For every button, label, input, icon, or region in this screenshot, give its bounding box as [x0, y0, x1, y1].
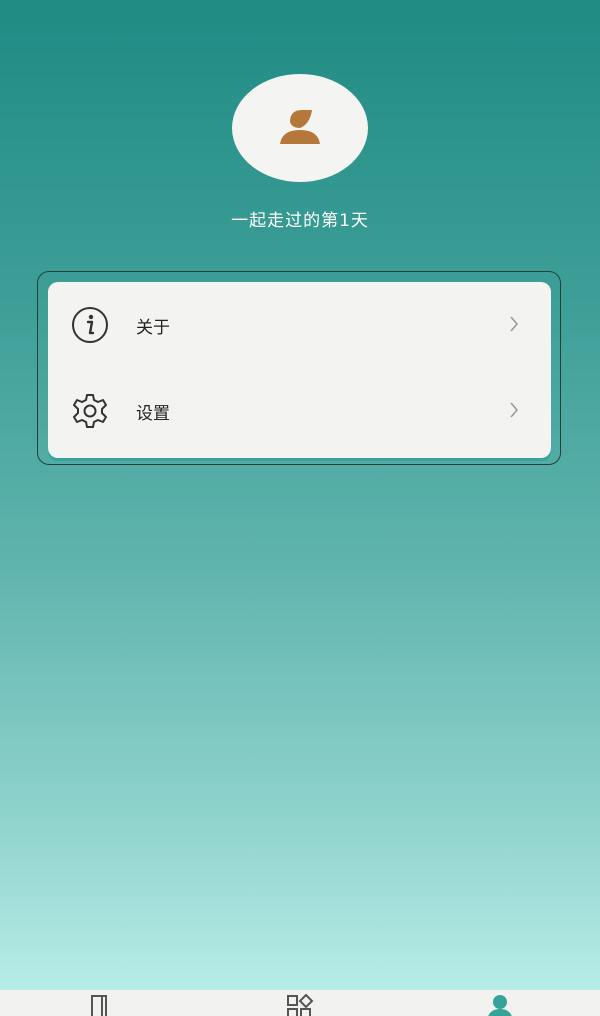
user-avatar-icon: [280, 110, 320, 144]
menu-item-about[interactable]: 关于: [48, 290, 551, 360]
tab-apps[interactable]: [283, 994, 317, 1016]
greeting-text: 一起走过的第1天: [231, 211, 369, 231]
bottom-tab-bar: [0, 990, 600, 1016]
chevron-right-icon: [509, 316, 519, 336]
menu-card: 关于 设置: [48, 282, 551, 458]
chevron-right-icon: [509, 402, 519, 422]
person-icon: [488, 995, 512, 1016]
info-icon: [70, 305, 110, 345]
gear-icon: [70, 391, 110, 431]
avatar[interactable]: [232, 74, 368, 182]
menu-item-settings[interactable]: 设置: [48, 376, 551, 446]
apps-icon: [287, 994, 314, 1016]
menu-item-label: 设置: [136, 403, 170, 424]
tab-profile[interactable]: [483, 994, 517, 1016]
menu-item-label: 关于: [136, 317, 170, 338]
tab-journal[interactable]: [83, 994, 117, 1016]
book-icon: [91, 995, 107, 1016]
